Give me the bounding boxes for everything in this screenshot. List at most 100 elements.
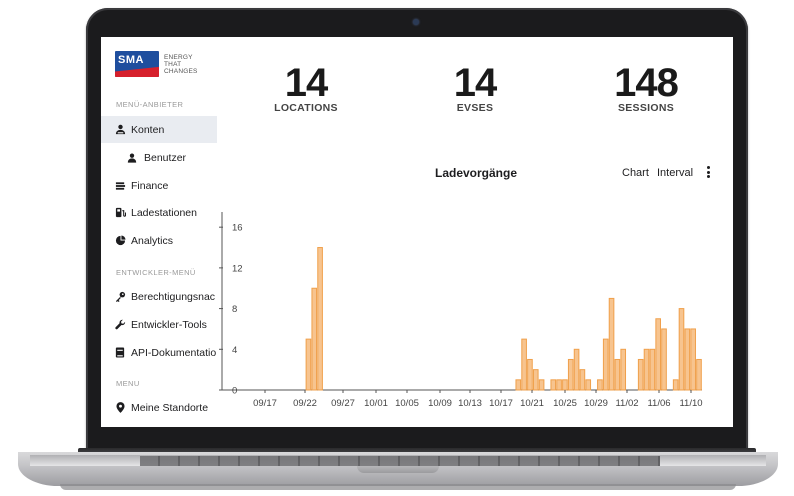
chart-bar [649,348,656,391]
sidebar-item-label: Benutzer [144,151,187,164]
y-tick-label: 0 [232,386,237,397]
chart-bar [556,379,562,391]
section-label-menu: MENU [116,379,140,388]
sidebar-item-api-dokumentation[interactable]: API-Dokumentatio [101,339,217,366]
logo-tagline-line: ENERGY [164,53,193,61]
stat-label: EVSES [456,102,494,114]
chart-bar [608,297,615,391]
chart-bar [305,338,312,391]
x-tick-label: 09/17 [253,398,277,409]
chart-bar [637,358,644,391]
chart-bar [562,379,568,391]
money-icon [114,180,126,192]
x-tick-label: 10/21 [520,398,544,409]
sma-logo-mark: SMA [115,51,159,77]
chart-bar [690,328,696,391]
section-label-developer: ENTWICKLER-MENÜ [116,268,196,277]
logo-tagline: ENERGY THAT CHANGES [164,54,198,75]
chart-bar [550,379,557,391]
chart-bar [532,369,539,391]
chart-bar [684,328,691,391]
x-tick-label: 09/27 [331,398,355,409]
x-tick-label: 10/09 [428,398,452,409]
sidebar-item-konten[interactable]: Konten [101,116,217,143]
chart-bar [538,379,545,391]
chart-bar [311,287,318,391]
chart-bar [317,247,323,391]
x-tick-label: 10/17 [489,398,513,409]
y-tick-label: 4 [232,345,237,356]
x-tick-label: 10/29 [584,398,608,409]
user-icon [126,152,138,164]
book-icon [114,347,126,359]
chart-bar [567,358,574,391]
chart-bar [696,358,702,391]
sidebar-item-label: Konten [131,123,165,136]
x-tick-label: 10/25 [553,398,577,409]
x-tick-label: 10/01 [364,398,388,409]
sidebar-item-label: Entwickler-Tools [131,318,207,331]
stat-label: LOCATIONS [274,102,338,114]
y-tick-label: 8 [232,304,237,315]
sidebar-item-label: Ladestationen [131,206,197,219]
sessions-bar-chart: 0 4 8 12 16 09/17 09/22 09/27 10/01 10/05 10/09 10/… [219,212,703,409]
chart-bar [672,379,679,391]
x-tick-label: 10/05 [395,398,419,409]
sma-logo[interactable]: SMA ENERGY THAT CHANGES [115,50,211,78]
x-tick-label: 11/10 [679,398,702,409]
x-tick-label: 11/06 [647,398,670,409]
chart-bar [515,379,522,391]
sidebar-item-entwickler-tools[interactable]: Entwickler-Tools [101,311,217,338]
webcam [413,19,419,25]
laptop-foot [60,484,736,490]
sidebar-item-label: Berechtigungsnac [131,290,216,303]
wrench-icon [114,319,126,331]
x-tick-label: 10/13 [458,398,482,409]
sidebar-item-finance[interactable]: Finance [101,172,217,199]
stat-evses: 14 EVSES [415,62,535,114]
key-icon [114,291,126,303]
map-pin-icon [114,402,126,414]
logo-tagline-line: CHANGES [164,67,198,75]
sidebar-item-analytics[interactable]: Analytics [101,227,217,254]
chart-bar [597,379,603,391]
charging-station-icon [114,207,126,219]
sidebar: SMA ENERGY THAT CHANGES MENÜ-ANBIETER Ko… [101,37,217,427]
chart-bar [620,348,627,391]
sidebar-item-label: Finance [131,179,169,192]
chart-bar [655,318,661,391]
stat-value: 148 [614,61,679,105]
y-tick-label: 12 [232,263,243,274]
logo-text: SMA [118,54,144,66]
chart-bar [521,338,527,391]
sidebar-item-ladestationen[interactable]: Ladestationen [101,199,217,226]
logo-swoosh [115,65,159,77]
stat-label: SESSIONS [617,102,675,114]
laptop-keyboard [140,456,660,466]
pie-chart-icon [114,235,126,247]
chart-bar [602,338,609,391]
logo-tagline-line: THAT [164,60,182,68]
sidebar-item-berechtigungen[interactable]: Berechtigungsnac [101,283,217,310]
sidebar-item-meine-standorte[interactable]: Meine Standorte [101,394,217,421]
chart-bar [573,348,580,391]
chart-bar [678,308,685,391]
stat-locations: 14 LOCATIONS [246,62,366,114]
chart-bar [661,328,667,391]
chart-bar [614,358,621,391]
x-tick-label: 09/22 [293,398,317,409]
section-label-provider: MENÜ-ANBIETER [116,100,184,109]
sidebar-item-label: Meine Standorte [131,401,209,414]
chart-bar [643,348,650,391]
x-tick-label: 11/02 [615,398,638,409]
stat-value: 14 [284,61,329,105]
y-tick-label: 16 [232,223,243,234]
sidebar-item-label: API-Dokumentatio [131,346,217,359]
stat-sessions: 148 SESSIONS [586,62,706,114]
stat-value: 14 [453,61,498,105]
sidebar-item-label: Analytics [131,234,174,247]
laptop-screen: SMA ENERGY THAT CHANGES MENÜ-ANBIETER Ko… [101,37,733,427]
sidebar-item-benutzer[interactable]: Benutzer [101,144,217,171]
users-icon [114,124,126,136]
chart-bar [585,379,592,391]
